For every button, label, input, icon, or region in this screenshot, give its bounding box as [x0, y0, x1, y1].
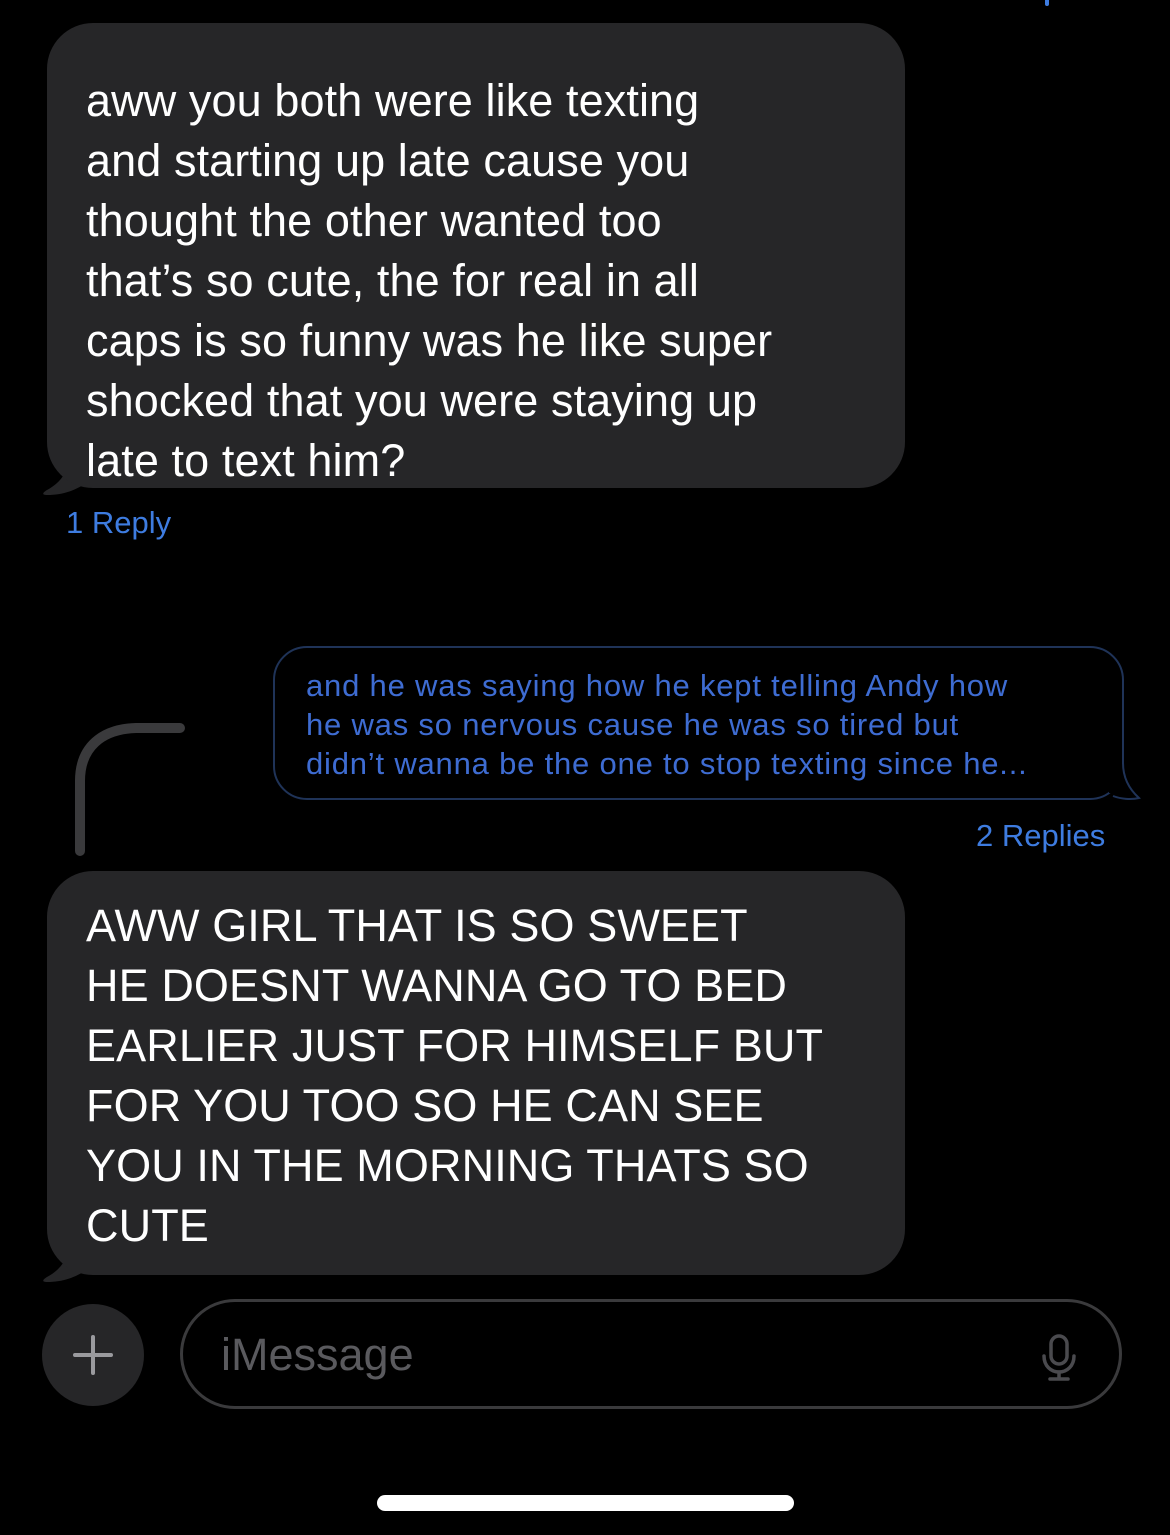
- replies-count-link[interactable]: 2 Replies: [976, 818, 1105, 854]
- quoted-message-text: and he was saying how he kept telling An…: [306, 668, 1028, 781]
- reply-count-link[interactable]: 1 Reply: [66, 505, 171, 541]
- message-bubble-body: aww you both were like texting and start…: [47, 23, 905, 488]
- quoted-bubble-tail: [1109, 763, 1141, 801]
- plus-icon: [73, 1335, 113, 1375]
- quoted-message-body: and he was saying how he kept telling An…: [273, 646, 1124, 800]
- message-text: AWW GIRL THAT IS SO SWEET HE DOESNT WANN…: [86, 900, 824, 1251]
- message-bubble-body: AWW GIRL THAT IS SO SWEET HE DOESNT WANN…: [47, 871, 905, 1275]
- thread-connector-line: [75, 723, 185, 856]
- scroll-edge-tick: [1045, 0, 1049, 6]
- home-indicator[interactable]: [377, 1495, 794, 1511]
- message-bubble-incoming[interactable]: aww you both were like texting and start…: [43, 23, 905, 495]
- message-input[interactable]: iMessage: [180, 1299, 1122, 1409]
- message-input-placeholder: iMessage: [221, 1329, 414, 1380]
- message-text: aww you both were like texting and start…: [86, 75, 773, 486]
- quoted-message[interactable]: and he was saying how he kept telling An…: [273, 646, 1141, 801]
- message-bubble-incoming[interactable]: AWW GIRL THAT IS SO SWEET HE DOESNT WANN…: [43, 871, 905, 1282]
- microphone-icon[interactable]: [1041, 1334, 1077, 1382]
- add-attachment-button[interactable]: [42, 1304, 144, 1406]
